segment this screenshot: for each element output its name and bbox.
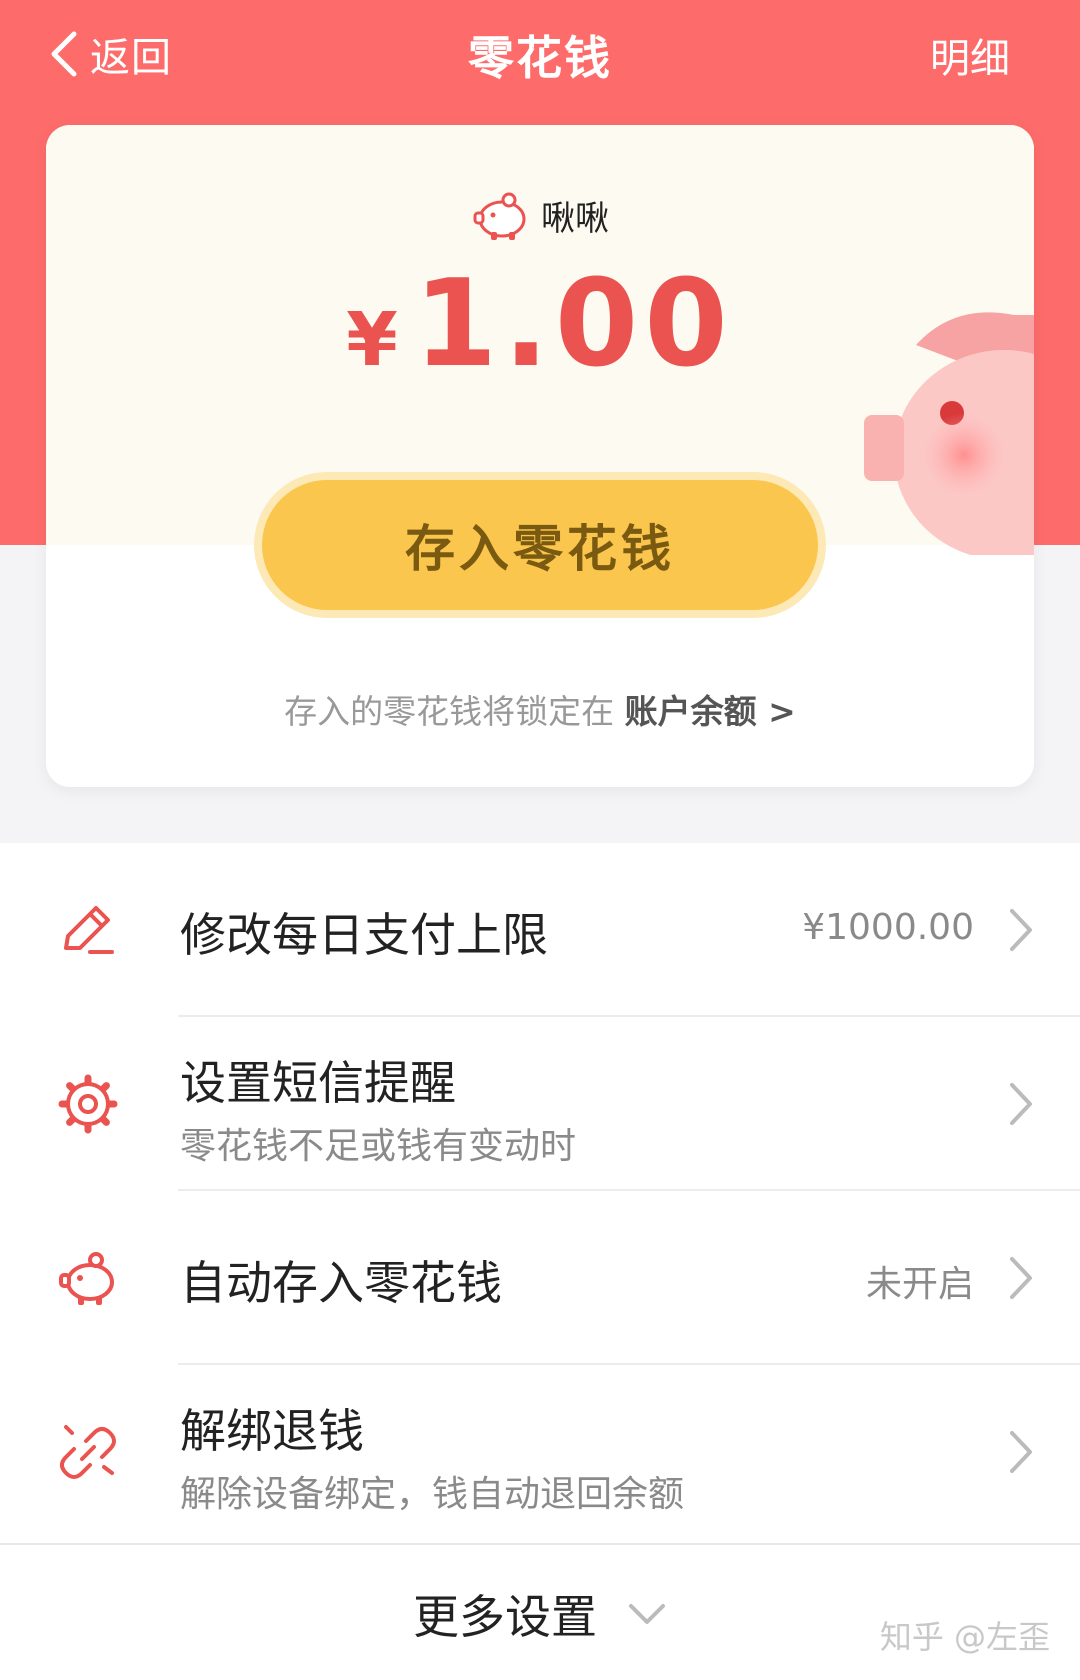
daily-limit-title: 修改每日支付上限 <box>180 908 548 962</box>
lock-note-text: 存入的零花钱将锁定在 <box>284 692 615 731</box>
deposit-button-label: 存入零花钱 <box>405 520 675 578</box>
unbind-refund-subtitle: 解除设备绑定，钱自动退回余额 <box>180 1474 685 1515</box>
unlink-icon <box>60 1425 116 1479</box>
watermark: 知乎 @左歪 <box>879 1618 1050 1656</box>
sms-reminder-subtitle: 零花钱不足或钱有变动时 <box>180 1126 577 1167</box>
balance-card: 啾啾 ¥1.00 存入零花钱 存入的零花钱将锁定在 账户余额 > <box>46 125 1034 787</box>
chevron-right-icon <box>1010 1431 1032 1473</box>
chevron-right-icon <box>1010 1257 1032 1299</box>
auto-deposit-title: 自动存入零花钱 <box>180 1256 502 1310</box>
gear-icon <box>58 1074 118 1134</box>
lock-note: 存入的零花钱将锁定在 账户余额 > <box>46 685 1034 733</box>
unbind-refund-row[interactable]: 解绑退钱 解除设备绑定，钱自动退回余额 <box>0 1365 1080 1539</box>
daily-limit-row[interactable]: 修改每日支付上限 ¥1000.00 <box>0 843 1080 1017</box>
auto-deposit-row[interactable]: 自动存入零花钱 未开启 <box>0 1191 1080 1365</box>
amount-value: 1.00 <box>413 255 734 394</box>
page-title: 零花钱 <box>468 31 612 85</box>
pencil-icon <box>64 906 114 954</box>
sms-reminder-row[interactable]: 设置短信提醒 零花钱不足或钱有变动时 <box>0 1017 1080 1191</box>
chevron-right-icon <box>1010 909 1032 951</box>
nav-bar: 返回 零花钱 明细 <box>0 0 1080 110</box>
piggy-bank-icon <box>59 1252 114 1305</box>
currency-symbol: ¥ <box>346 297 398 383</box>
owner-info: 啾啾 <box>46 187 1034 243</box>
sms-reminder-title: 设置短信提醒 <box>180 1056 456 1110</box>
owner-name: 啾啾 <box>541 198 609 239</box>
piggy-bank-icon <box>473 192 526 240</box>
detail-button[interactable]: 明细 <box>930 26 1010 84</box>
account-balance-link[interactable]: 账户余额 > <box>625 692 796 731</box>
auto-deposit-value: 未开启 <box>865 1264 974 1305</box>
more-settings-label: 更多设置 <box>413 1590 597 1644</box>
chevron-down-icon <box>629 1604 665 1624</box>
deposit-button[interactable]: 存入零花钱 <box>262 480 818 610</box>
daily-limit-value: ¥1000.00 <box>802 907 974 948</box>
pig-illustration-icon <box>864 312 1034 555</box>
settings-list: 修改每日支付上限 ¥1000.00 设置短信提醒 零花钱不足或钱有变动时 自动存… <box>0 843 1080 1543</box>
chevron-right-icon <box>1010 1083 1032 1125</box>
unbind-refund-title: 解绑退钱 <box>180 1404 364 1458</box>
